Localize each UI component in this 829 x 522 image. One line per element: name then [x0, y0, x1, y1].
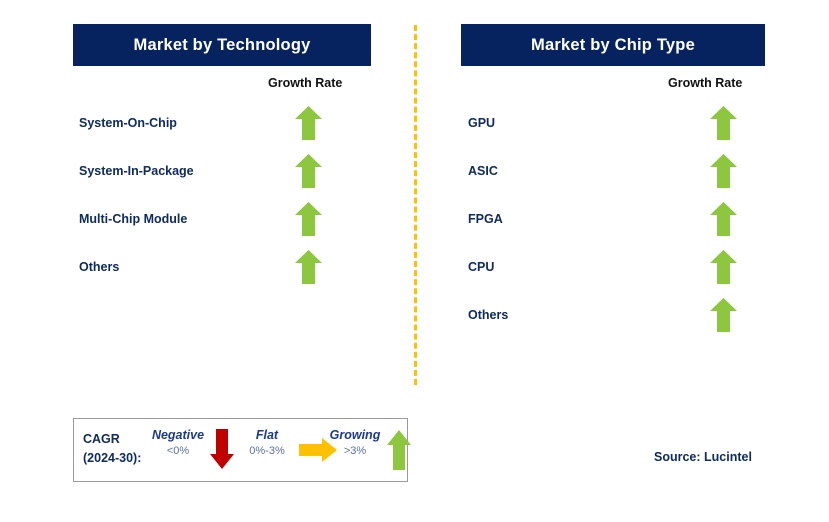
row-label-gpu: GPU [468, 116, 496, 130]
row-label-multi-chip-module: Multi-Chip Module [79, 212, 188, 226]
row-label-others-chip-type: Others [468, 308, 509, 322]
arrow-down-icon [210, 429, 234, 474]
table-row: FPGA [415, 200, 829, 248]
header-bar-technology: Market by Technology [73, 24, 371, 66]
table-row: GPU [415, 104, 829, 152]
legend-growing-value: >3% [343, 445, 367, 457]
rows-chip-type: GPU ASIC FPGA CPU Others [415, 104, 829, 344]
row-label-fpga: FPGA [468, 212, 503, 226]
legend-item-negative: Negative <0% [147, 428, 209, 457]
table-row: Others [0, 248, 414, 296]
arrow-up-icon [295, 250, 322, 284]
arrow-up-icon [710, 202, 737, 236]
panel-title-technology: Market by Technology [133, 35, 311, 54]
header-bar-chip-type: Market by Chip Type [461, 24, 765, 66]
legend-cagr-label: CAGR (2024-30): [83, 430, 141, 468]
panel-title-chip-type: Market by Chip Type [531, 35, 695, 54]
row-label-asic: ASIC [468, 164, 498, 178]
panel-market-by-chip-type: Market by Chip Type Growth Rate GPU ASIC… [415, 0, 829, 522]
legend-growing-title: Growing [329, 428, 381, 442]
table-row: System-On-Chip [0, 104, 414, 152]
table-row: Others [415, 296, 829, 344]
table-row: CPU [415, 248, 829, 296]
legend-cagr-line1: CAGR [83, 432, 120, 446]
growth-rate-column-header-technology: Growth Rate [268, 76, 343, 90]
legend-item-growing: Growing >3% [322, 428, 388, 457]
arrow-up-icon [710, 106, 737, 140]
rows-technology: System-On-Chip System-In-Package Multi-C… [0, 104, 414, 296]
arrow-up-icon [710, 154, 737, 188]
legend-item-flat: Flat 0%-3% [236, 428, 298, 457]
table-row: ASIC [415, 152, 829, 200]
growth-rate-column-header-chip-type: Growth Rate [668, 76, 743, 90]
legend-negative-title: Negative [151, 428, 205, 442]
row-label-cpu: CPU [468, 260, 495, 274]
arrow-up-icon [295, 154, 322, 188]
legend-cagr-line2: (2024-30): [83, 451, 142, 465]
arrow-up-icon [295, 202, 322, 236]
legend-flat-title: Flat [255, 428, 279, 442]
legend-flat-value: 0%-3% [249, 445, 285, 457]
table-row: System-In-Package [0, 152, 414, 200]
row-label-others-technology: Others [79, 260, 120, 274]
arrow-up-icon [710, 298, 737, 332]
source-label: Source: Lucintel [654, 450, 752, 464]
arrow-up-icon [710, 250, 737, 284]
row-label-system-in-package: System-In-Package [79, 164, 194, 178]
table-row: Multi-Chip Module [0, 200, 414, 248]
row-label-system-on-chip: System-On-Chip [79, 116, 177, 130]
cagr-legend-box: CAGR (2024-30): Negative <0% Flat 0%-3% … [73, 418, 411, 482]
arrow-up-icon [387, 430, 411, 475]
legend-negative-value: <0% [166, 445, 190, 457]
arrow-up-icon [295, 106, 322, 140]
